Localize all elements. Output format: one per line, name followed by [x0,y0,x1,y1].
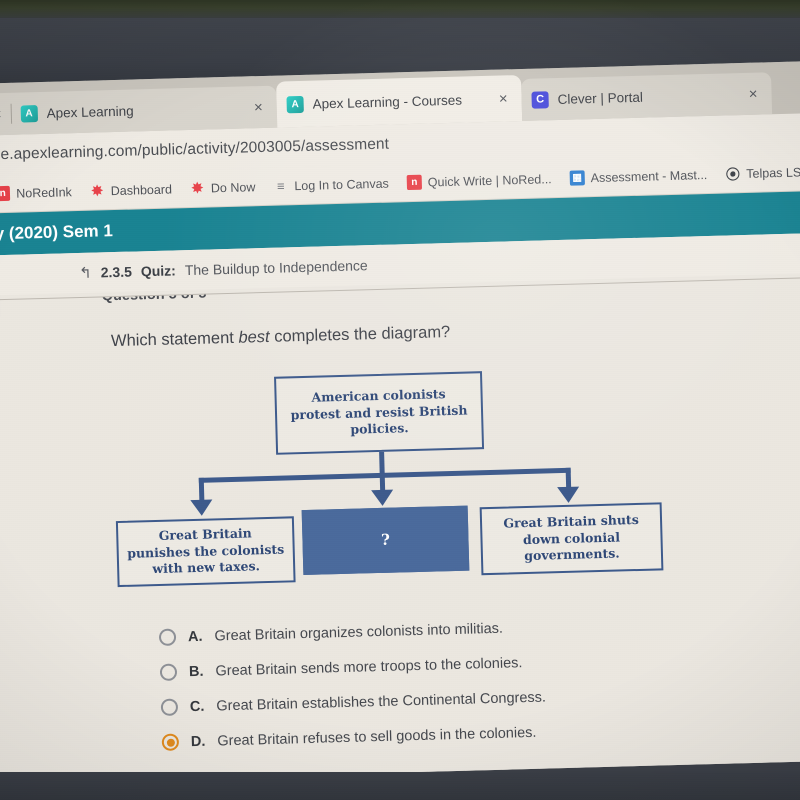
answer-text-b: Great Britain sends more troops to the c… [215,654,523,679]
bookmark-item-quick-write[interactable]: n Quick Write | NoRed... [406,171,552,191]
answer-option-b[interactable]: B. Great Britain sends more troops to th… [159,645,800,681]
diagram-box-right: Great Britain shuts down colonial govern… [479,502,664,576]
tab-close-icon-2[interactable]: × [749,85,758,102]
browser-tab-label-0: Apex Learning [46,102,134,121]
question-suffix: completes the diagram? [269,322,451,346]
noredink-icon: n [406,174,423,191]
radio-button-d[interactable] [161,733,180,751]
answer-option-c[interactable]: C. Great Britain establishes the Contine… [160,680,800,716]
bookmark-label: Log In to Canvas [294,176,390,193]
tab-close-icon-leading[interactable]: × [0,106,2,123]
diagram-box-left: Great Britain punishes the colonists wit… [115,516,296,588]
noredink-icon: n [0,185,11,202]
quiz-kind-label: Quiz: [140,262,177,280]
url-text: ourse.apexlearning.com/public/activity/2… [0,135,390,164]
background-above-monitor [0,0,800,20]
bookmark-label: Do Now [210,179,256,195]
radio-button-c[interactable] [160,698,179,716]
connector-drop-left [198,477,205,502]
bookmark-label: Quick Write | NoRed... [427,171,552,190]
bookmark-item-noredink[interactable]: n NoRedInk [0,184,72,202]
arrowhead-left-icon [190,499,213,517]
do-now-icon: ✸ [191,179,204,196]
question-emphasis: best [238,327,270,347]
browser-tab-label-2: Clever | Portal [557,89,644,107]
screen-content: × Apex Learning × Apex Learning - Course… [0,60,800,784]
monitor-bezel-bottom [0,772,800,800]
assessment-content: Which statement best completes the diagr… [0,294,800,784]
dashboard-icon: ✸ [91,182,104,199]
diagram-box-top: American colonists protest and resist Br… [274,371,485,455]
answer-letter-c: C. [189,698,205,715]
apex-favicon [286,95,304,113]
question-text: Which statement best completes the diagr… [0,312,800,354]
quiz-number: 2.3.5 [100,263,133,281]
tab-divider [10,103,12,124]
bookmark-label: Assessment - Mast... [590,167,708,185]
bookmark-item-telpas[interactable]: ⦿ Telpas LS [725,164,800,182]
diagram-box-unknown: ? [301,505,470,576]
browser-tab-label-1: Apex Learning - Courses [312,92,463,112]
tab-close-icon-0[interactable]: × [254,98,263,115]
course-title: tory (2020) Sem 1 [0,221,114,244]
browser-tab-1[interactable]: Apex Learning - Courses × [276,74,523,128]
bookmark-label: Telpas LS [746,164,800,181]
browser-tab-2[interactable]: C Clever | Portal × [521,72,773,121]
radio-button-b[interactable] [159,663,178,681]
photo-of-screen: × Apex Learning × Apex Learning - Course… [0,0,800,800]
arrowhead-right-icon [557,486,580,504]
answer-text-a: Great Britain organizes colonists into m… [214,620,504,644]
quiz-title: The Buildup to Independence [184,257,368,279]
up-arrow-icon[interactable]: ↰ [79,264,92,282]
answer-text-d: Great Britain refuses to sell goods in t… [217,724,537,749]
bookmark-item-assessment[interactable]: ▦ Assessment - Mast... [569,167,707,186]
tab-close-icon-1[interactable]: × [499,90,508,107]
question-prefix: Which statement [110,328,239,351]
arrowhead-middle-icon [371,489,394,507]
radio-button-a[interactable] [158,628,177,646]
assessment-icon: ▦ [569,170,585,186]
clever-favicon: C [531,90,549,109]
bookmark-label: NoRedInk [16,184,72,201]
bookmark-item-canvas[interactable]: ≡ Log In to Canvas [273,176,389,194]
answer-option-a[interactable]: A. Great Britain organizes colonists int… [158,610,800,646]
answer-letter-a: A. [187,628,203,645]
answer-text-c: Great Britain establishes the Continenta… [216,689,547,714]
answer-option-d[interactable]: D. Great Britain refuses to sell goods i… [161,715,800,751]
bookmark-label: Dashboard [110,181,173,198]
canvas-icon: ≡ [276,178,285,194]
answer-choices: A. Great Britain organizes colonists int… [158,610,800,751]
bookmark-item-do-now[interactable]: ✸ Do Now [190,179,256,196]
telpas-icon: ⦿ [725,165,741,182]
answer-letter-b: B. [188,663,204,680]
browser-tab-0[interactable]: × Apex Learning × [0,85,278,136]
answer-letter-d: D. [190,733,206,750]
apex-favicon [20,104,38,123]
flowchart-diagram: American colonists protest and resist Br… [98,361,724,593]
bookmark-item-dashboard[interactable]: ✸ Dashboard [90,181,173,199]
